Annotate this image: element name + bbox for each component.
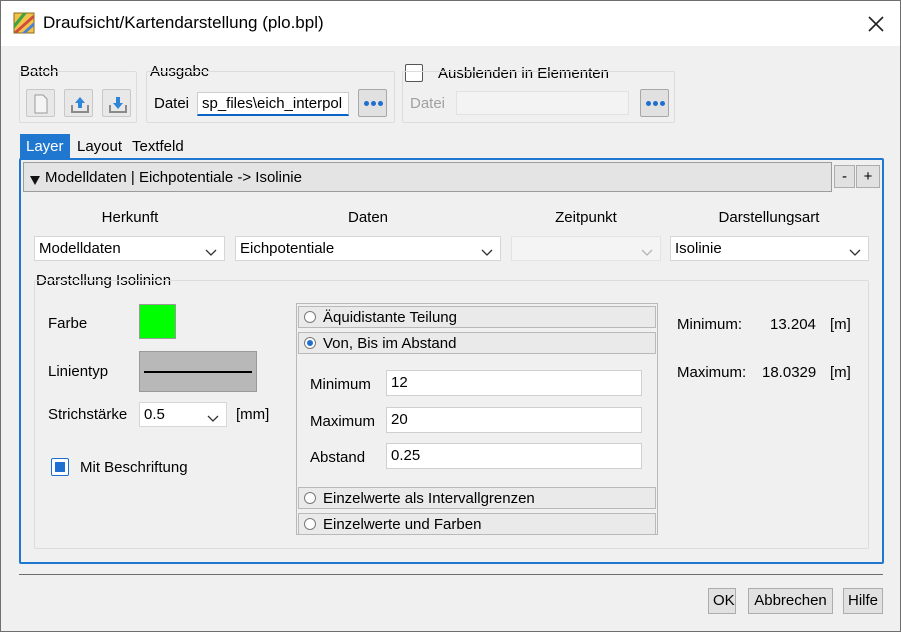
maximum-input[interactable]: 20	[386, 407, 642, 433]
range-maximum-unit: [m]	[830, 364, 851, 381]
radio-aequidistant-label: Äquidistante Teilung	[323, 309, 457, 326]
radio-intervallgrenzen[interactable]: Einzelwerte als Intervallgrenzen	[298, 487, 656, 509]
radio-aequidistant[interactable]: Äquidistante Teilung	[298, 306, 656, 328]
strichstaerke-select[interactable]: 0.5	[139, 402, 227, 427]
layers-map-icon	[13, 12, 35, 34]
dialog-window: Draufsicht/Kartendarstellung (plo.bpl) B…	[0, 0, 901, 632]
range-maximum-label: Maximum:	[677, 364, 747, 381]
batch-download-button[interactable]	[102, 89, 131, 117]
farbe-color-swatch[interactable]	[139, 304, 176, 339]
darstellungsart-select[interactable]: Isolinie	[670, 236, 869, 261]
ok-button[interactable]: OK	[708, 588, 736, 614]
range-maximum-value: 18.0329	[762, 364, 817, 381]
range-minimum-value: 13.204	[770, 316, 816, 333]
maximum-label: Maximum	[310, 413, 376, 430]
herkunft-select[interactable]: Modelldaten	[34, 236, 225, 261]
window-title: Draufsicht/Kartendarstellung (plo.bpl)	[43, 13, 324, 32]
cancel-button[interactable]: Abbrechen	[748, 588, 833, 614]
daten-label: Daten	[347, 209, 389, 226]
linientyp-label: Linientyp	[48, 363, 109, 380]
line-sample	[144, 371, 252, 373]
chevron-down-icon	[207, 410, 219, 427]
chevron-down-icon	[641, 244, 653, 261]
daten-select[interactable]: Eichpotentiale	[235, 236, 501, 261]
batch-upload-button[interactable]	[64, 89, 93, 117]
strichstaerke-label: Strichstärke	[48, 406, 128, 423]
collapse-triangle-icon[interactable]	[30, 172, 40, 189]
herkunft-value: Modelldaten	[39, 240, 121, 257]
ausblenden-file-input[interactable]	[456, 91, 629, 115]
herkunft-label: Herkunft	[101, 209, 159, 226]
layer-header-title: Modelldaten | Eichpotentiale -> Isolinie	[45, 169, 302, 186]
ausgabe-browse-button[interactable]	[358, 89, 387, 117]
ausblenden-browse-button[interactable]	[640, 89, 669, 117]
ausgabe-file-label: Datei	[154, 95, 190, 112]
zeitpunkt-select[interactable]	[511, 236, 661, 261]
strichstaerke-unit: [mm]	[236, 406, 270, 423]
help-button[interactable]: Hilfe	[843, 588, 883, 614]
farbe-label: Farbe	[48, 315, 88, 332]
tab-layout[interactable]: Layout	[71, 134, 128, 159]
radio-circle	[304, 518, 316, 530]
minimum-input[interactable]: 12	[386, 370, 642, 396]
ausblenden-file-label: Datei	[410, 95, 446, 112]
remove-layer-button[interactable]: -	[834, 165, 855, 188]
darstellungsart-value: Isolinie	[675, 240, 722, 257]
daten-value: Eichpotentiale	[240, 240, 335, 257]
tab-layer[interactable]: Layer	[20, 134, 70, 159]
abstand-label: Abstand	[310, 449, 366, 466]
chevron-down-icon	[481, 244, 493, 261]
divider	[19, 574, 883, 575]
radio-circle	[304, 492, 316, 504]
zeitpunkt-label: Zeitpunkt	[555, 209, 617, 226]
beschriftung-label: Mit Beschriftung	[80, 459, 188, 476]
radio-circle	[304, 311, 316, 323]
radio-einzelwerte-farben-label: Einzelwerte und Farben	[323, 516, 482, 533]
add-layer-button[interactable]: +	[856, 165, 880, 188]
radio-einzelwerte-farben[interactable]: Einzelwerte und Farben	[298, 513, 656, 535]
tab-textfeld[interactable]: Textfeld	[126, 134, 190, 159]
strichstaerke-value: 0.5	[144, 406, 165, 423]
batch-new-button[interactable]	[26, 89, 55, 117]
radio-von-bis[interactable]: Von, Bis im Abstand	[298, 332, 656, 354]
radio-intervallgrenzen-label: Einzelwerte als Intervallgrenzen	[323, 490, 535, 507]
close-icon[interactable]	[862, 10, 890, 38]
beschriftung-checkbox[interactable]	[51, 458, 69, 476]
linientyp-selector[interactable]	[139, 351, 257, 392]
minimum-label: Minimum	[310, 376, 371, 393]
range-minimum-label: Minimum:	[677, 316, 743, 333]
chevron-down-icon	[205, 244, 217, 261]
layer-header[interactable]: Modelldaten | Eichpotentiale -> Isolinie	[23, 162, 832, 192]
ausgabe-file-input[interactable]: sp_files\eich_interpol	[197, 92, 349, 116]
abstand-input[interactable]: 0.25	[386, 443, 642, 469]
darstellungsart-label: Darstellungsart	[718, 209, 820, 226]
radio-circle	[304, 337, 316, 349]
chevron-down-icon	[849, 244, 861, 261]
title-bar: Draufsicht/Kartendarstellung (plo.bpl)	[1, 1, 900, 46]
radio-von-bis-label: Von, Bis im Abstand	[323, 335, 457, 352]
range-minimum-unit: [m]	[830, 316, 851, 333]
